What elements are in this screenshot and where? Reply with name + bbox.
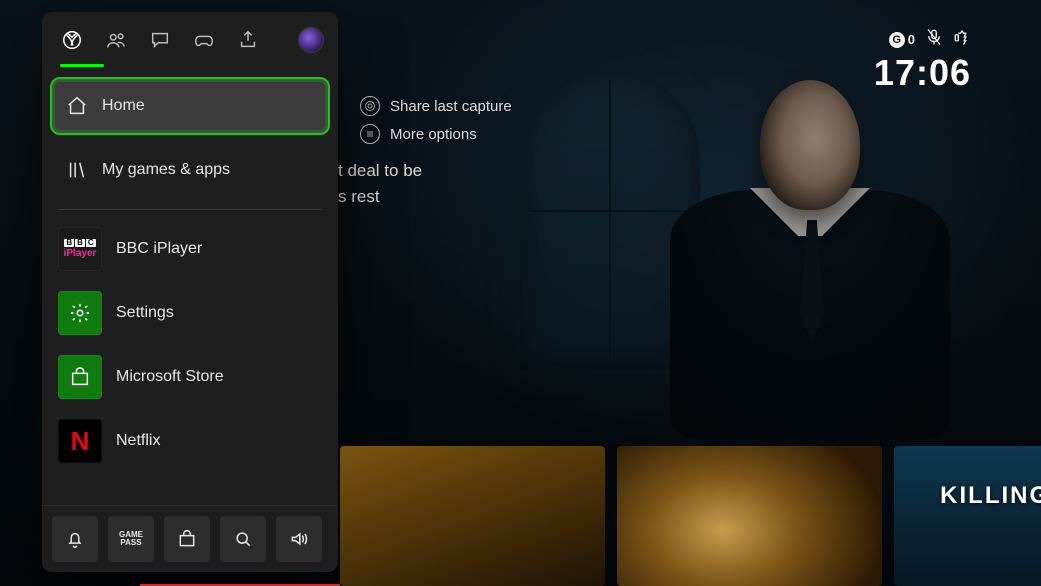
tab-share[interactable] bbox=[228, 20, 268, 60]
settings-tile-icon bbox=[58, 291, 102, 335]
tab-chat[interactable] bbox=[140, 20, 180, 60]
gamerscore-value: 0 bbox=[908, 32, 915, 47]
guide-list: Home My games & apps BBC iPlayer BBC iPl… bbox=[42, 73, 338, 505]
power-icon bbox=[953, 28, 971, 51]
app-microsoft-store-label: Microsoft Store bbox=[116, 368, 224, 386]
divider bbox=[58, 209, 322, 210]
nav-games-apps-label: My games & apps bbox=[102, 161, 230, 179]
share-last-capture-label: Share last capture bbox=[390, 98, 512, 115]
capture-icon bbox=[360, 96, 380, 116]
store-tile-icon bbox=[58, 355, 102, 399]
app-bbc-iplayer-label: BBC iPlayer bbox=[116, 240, 202, 258]
gamerscore-icon: G bbox=[889, 32, 905, 48]
tab-xbox[interactable] bbox=[52, 20, 92, 60]
nav-home[interactable]: Home bbox=[52, 79, 328, 133]
netflix-tile-icon: N bbox=[58, 419, 102, 463]
app-settings[interactable]: Settings bbox=[52, 286, 328, 340]
guide-tabs bbox=[42, 12, 338, 60]
profile-avatar[interactable] bbox=[298, 27, 324, 53]
mic-muted-icon bbox=[925, 28, 943, 51]
library-icon bbox=[66, 159, 88, 181]
gamerscore-badge: G 0 bbox=[889, 32, 915, 48]
carousel-card-1[interactable] bbox=[617, 446, 882, 586]
more-options-label: More options bbox=[390, 126, 477, 143]
app-microsoft-store[interactable]: Microsoft Store bbox=[52, 350, 328, 404]
status-bar: G 0 bbox=[889, 28, 971, 51]
notifications-button[interactable] bbox=[52, 516, 98, 562]
home-icon bbox=[66, 95, 88, 117]
tab-people[interactable] bbox=[96, 20, 136, 60]
content-carousel[interactable]: KILLING EVE EastEnders bbox=[140, 446, 1041, 586]
tab-underline bbox=[60, 64, 104, 67]
carousel-card-0[interactable] bbox=[340, 446, 605, 586]
tab-controller[interactable] bbox=[184, 20, 224, 60]
nav-home-label: Home bbox=[102, 97, 145, 115]
nav-games-apps[interactable]: My games & apps bbox=[52, 143, 328, 197]
side-options: Share last capture More options bbox=[360, 96, 512, 144]
share-last-capture-button[interactable]: Share last capture bbox=[360, 96, 512, 116]
clock: 17:06 bbox=[874, 52, 971, 94]
menu-icon bbox=[360, 124, 380, 144]
app-bbc-iplayer[interactable]: BBC iPlayer BBC iPlayer bbox=[52, 222, 328, 276]
app-settings-label: Settings bbox=[116, 304, 174, 322]
background-text: t deal to be s rest bbox=[338, 158, 422, 209]
carousel-card-2[interactable]: KILLING EVE bbox=[894, 446, 1041, 586]
bbc-iplayer-tile-icon: BBC iPlayer bbox=[58, 227, 102, 271]
more-options-button[interactable]: More options bbox=[360, 124, 512, 144]
